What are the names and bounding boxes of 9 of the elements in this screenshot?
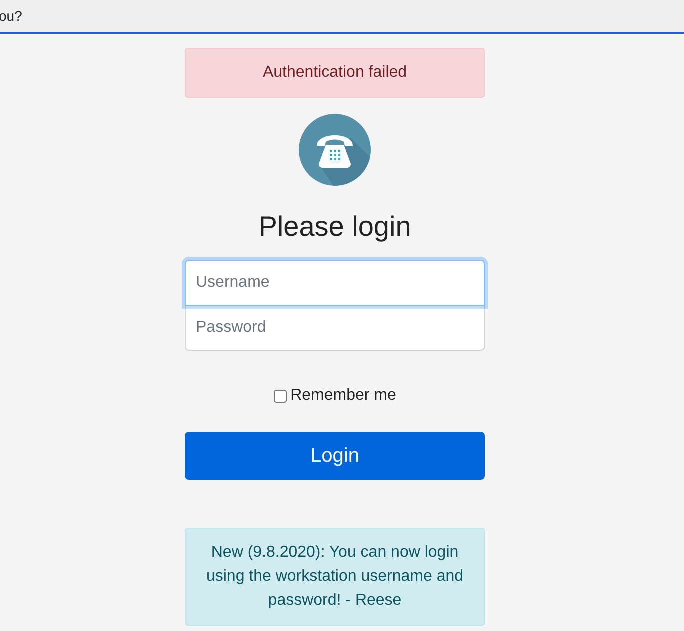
- telephone-icon: [299, 114, 371, 186]
- input-field[interactable]: Password: [185, 305, 485, 351]
- login-heading: Please login: [258, 210, 412, 244]
- input-field[interactable]: Username: [185, 260, 485, 306]
- info-notice: New (9.8.2020): You can now login using the workstation username and password! - Reese: [185, 528, 485, 626]
- login-button[interactable]: Login: [185, 432, 485, 480]
- error-alert: Authentication failed: [185, 48, 485, 98]
- checkbox[interactable]: [274, 390, 287, 402]
- remember-label: Remember me: [290, 387, 396, 405]
